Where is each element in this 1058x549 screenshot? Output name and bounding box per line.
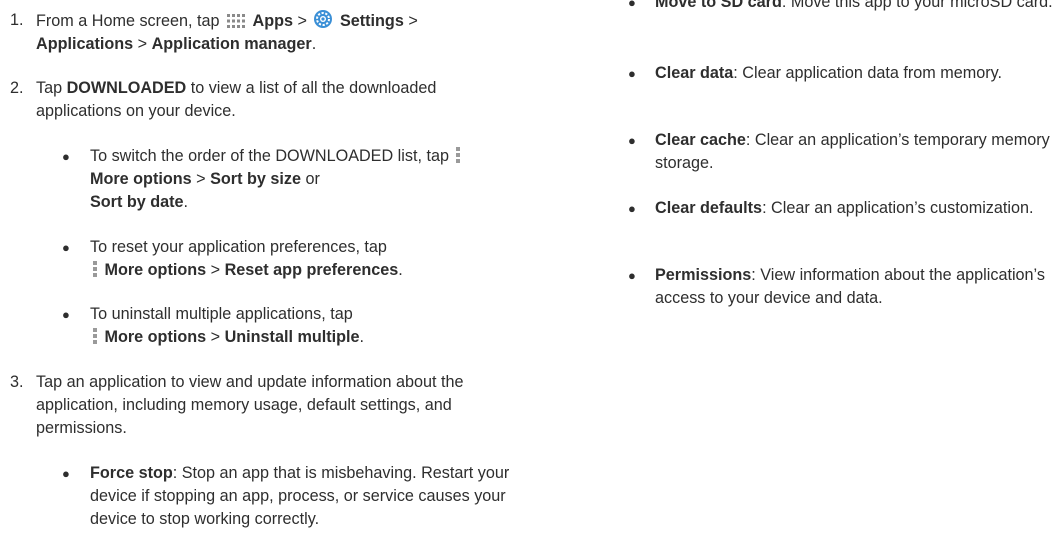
- clear-defaults-desc: : Clear an application’s customization.: [762, 199, 1034, 217]
- reset-app-preferences-label: Reset app preferences: [224, 261, 399, 279]
- period: .: [311, 35, 317, 53]
- more-options-label: More options: [90, 170, 192, 188]
- bullet-dot: ●: [62, 466, 70, 481]
- settings-label: Settings: [339, 12, 404, 30]
- separator: >: [210, 328, 221, 346]
- bullet-dot: ●: [62, 240, 70, 255]
- period: .: [398, 261, 403, 279]
- move-to-sd-desc: : Move this app to your microSD card.: [781, 0, 1053, 11]
- bullet-dot: ●: [628, 0, 636, 10]
- separator: >: [408, 12, 418, 30]
- apps-grid-icon: [227, 14, 246, 28]
- applications-label: Applications: [36, 35, 134, 53]
- more-options-label: More options: [104, 328, 207, 346]
- bullet-dot: ●: [628, 201, 636, 216]
- step-2-text: Tap DOWNLOADED to view a list of all the…: [36, 77, 476, 123]
- or-text: or: [305, 170, 320, 188]
- step-2-bullet-2: To reset your application preferences, t…: [90, 236, 520, 282]
- step-2-intro: Tap: [36, 79, 63, 97]
- step-1-intro: From a Home screen, tap: [36, 12, 220, 30]
- bullet-dot: ●: [628, 133, 636, 148]
- application-manager-label: Application manager: [151, 35, 312, 53]
- permissions-term: Permissions: [655, 266, 752, 284]
- clear-cache-term: Clear cache: [655, 131, 746, 149]
- clear-defaults-term: Clear defaults: [655, 199, 763, 217]
- move-to-sd-term: Move to SD card: [655, 0, 782, 11]
- bullet-dot: ●: [62, 307, 70, 322]
- bullet-text: To reset your application preferences, t…: [90, 238, 387, 256]
- clear-data-desc: : Clear application data from memory.: [733, 64, 1002, 82]
- separator: >: [196, 170, 206, 188]
- bullet-dot: ●: [628, 66, 636, 81]
- separator: >: [297, 12, 307, 30]
- more-options-icon: [93, 328, 97, 344]
- bullet-dot: ●: [62, 149, 70, 164]
- separator: >: [210, 261, 221, 279]
- step-2-bullet-3: To uninstall multiple applications, tap …: [90, 303, 520, 349]
- bullet-dot: ●: [628, 268, 636, 283]
- step-2-bullet-1: To switch the order of the DOWNLOADED li…: [90, 145, 500, 214]
- separator: >: [137, 35, 148, 53]
- more-options-icon: [456, 147, 461, 163]
- force-stop-item: Force stop: Stop an app that is misbehav…: [90, 462, 535, 531]
- step-1-text: From a Home screen, tap Apps > Settings …: [36, 9, 536, 56]
- step-3-number: 3.: [10, 373, 24, 391]
- bullet-text: To switch the order of the DOWNLOADED li…: [90, 147, 449, 165]
- more-options-label: More options: [104, 261, 207, 279]
- clear-defaults-item: Clear defaults: Clear an application’s c…: [655, 197, 1035, 220]
- sort-by-size-label: Sort by size: [210, 170, 301, 188]
- period: .: [183, 193, 189, 211]
- clear-cache-item: Clear cache: Clear an application’s temp…: [655, 129, 1055, 175]
- period: .: [359, 328, 365, 346]
- uninstall-multiple-label: Uninstall multiple: [224, 328, 360, 346]
- force-stop-term: Force stop: [90, 464, 173, 482]
- sort-by-date-label: Sort by date: [90, 193, 184, 211]
- permissions-item: Permissions: View information about the …: [655, 264, 1055, 310]
- downloaded-label: DOWNLOADED: [66, 79, 187, 97]
- step-2-number: 2.: [10, 79, 24, 97]
- more-options-icon: [93, 261, 97, 277]
- settings-gear-icon: [314, 10, 333, 28]
- bullet-text: To uninstall multiple applications, tap: [90, 305, 353, 323]
- move-to-sd-item: Move to SD card: Move this app to your m…: [655, 0, 1055, 14]
- clear-data-item: Clear data: Clear application data from …: [655, 62, 1055, 85]
- clear-data-term: Clear data: [655, 64, 734, 82]
- step-1-number: 1.: [10, 11, 24, 29]
- apps-label: Apps: [252, 12, 293, 30]
- step-3-text: Tap an application to view and update in…: [36, 373, 464, 437]
